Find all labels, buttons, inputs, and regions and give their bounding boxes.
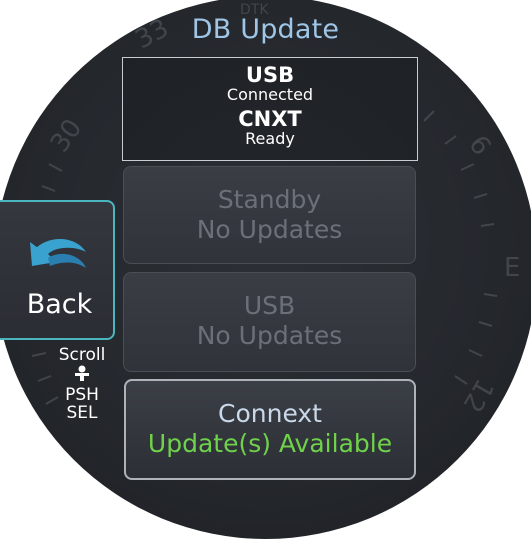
- back-button[interactable]: Back: [0, 200, 115, 340]
- connext-button-title: Connext: [218, 399, 322, 428]
- back-button-label: Back: [26, 289, 93, 320]
- usb-button-title: USB: [243, 291, 296, 320]
- standby-button-title: Standby: [217, 185, 322, 214]
- scroll-hint: Scroll: [58, 345, 106, 365]
- compass-label-30: 30: [45, 114, 89, 158]
- back-arrow-icon: [30, 239, 86, 268]
- usb-status-label: USB: [245, 63, 295, 87]
- page-title: DB Update: [191, 14, 340, 45]
- push-hint: PSH: [65, 385, 99, 405]
- knob-icon: [75, 365, 89, 381]
- standby-update-button[interactable]: Standby No Updates: [123, 166, 416, 264]
- compass-label-e: E: [504, 253, 520, 283]
- cnxt-status-value: Ready: [245, 129, 295, 148]
- connection-status-panel: USB Connected CNXT Ready: [122, 57, 418, 161]
- compass-label-6: 6: [462, 130, 496, 161]
- knob-hints: Scroll PSH SEL: [52, 346, 112, 422]
- usb-update-button[interactable]: USB No Updates: [123, 272, 416, 372]
- connext-button-status: Update(s) Available: [147, 429, 393, 458]
- usb-button-status: No Updates: [196, 321, 343, 350]
- select-hint: SEL: [66, 403, 98, 423]
- standby-button-status: No Updates: [196, 215, 343, 244]
- connext-update-button[interactable]: Connext Update(s) Available: [124, 379, 416, 480]
- usb-status-value: Connected: [226, 85, 314, 104]
- cnxt-status-label: CNXT: [238, 107, 302, 131]
